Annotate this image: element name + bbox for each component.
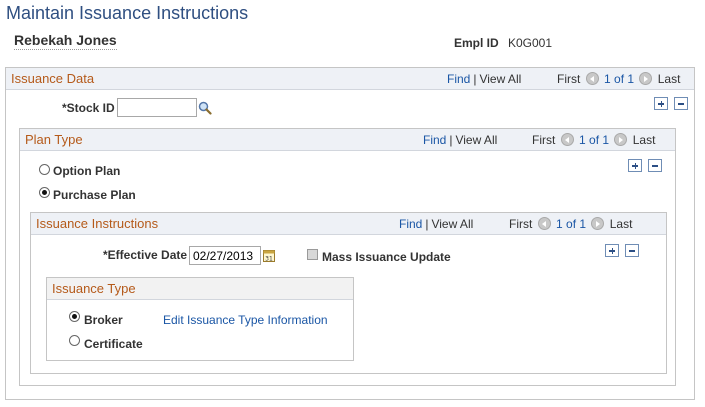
effective-date-input[interactable]	[189, 246, 261, 265]
edit-issuance-type-link[interactable]: Edit Issuance Type Information	[163, 313, 328, 327]
delete-row-button[interactable]	[674, 97, 688, 110]
next-arrow-icon[interactable]	[614, 133, 628, 146]
purchase-plan-label: Purchase Plan	[53, 188, 136, 202]
issuance-type-title: Issuance Type	[52, 281, 136, 296]
emplid-value: K0G001	[508, 36, 553, 50]
option-plan-label: Option Plan	[53, 164, 121, 178]
issuance-instructions-first: First	[509, 217, 533, 231]
plan-type-first: First	[532, 133, 556, 147]
issuance-instructions-nav: Find | View All	[399, 217, 474, 231]
previous-arrow-icon[interactable]	[537, 217, 551, 230]
previous-arrow-icon[interactable]	[560, 133, 574, 146]
plan-type-nav: Find | View All	[423, 133, 498, 147]
plan-type-section: Plan Type Find | View All First 1 of 1 Las…	[19, 128, 676, 386]
calendar-icon[interactable]: 31	[263, 249, 275, 263]
plan-type-view-all-link[interactable]: View All	[455, 133, 497, 147]
previous-arrow-icon[interactable]	[585, 72, 599, 85]
issuance-data-view-all-link[interactable]: View All	[479, 72, 521, 86]
issuance-data-pager: First 1 of 1 Last	[557, 72, 680, 86]
add-row-button[interactable]	[628, 159, 642, 172]
plan-type-header: Plan Type Find | View All First 1 of 1 Las…	[20, 129, 675, 151]
page-title: Maintain Issuance Instructions	[6, 3, 249, 23]
issuance-data-last: Last	[657, 72, 681, 86]
issuance-instructions-section: Issuance Instructions Find | View All Firs…	[30, 212, 667, 374]
issuance-data-title: Issuance Data	[11, 71, 95, 86]
employee-name: Rebekah Jones	[14, 32, 117, 50]
issuance-type-section: Issuance Type Broker Edit Issuance Type …	[46, 277, 354, 361]
plan-type-pager: First 1 of 1 Last	[532, 133, 655, 147]
issuance-data-nav: Find | View All	[447, 72, 522, 86]
plan-type-last: Last	[632, 133, 656, 147]
issuance-type-header: Issuance Type	[47, 278, 353, 300]
next-arrow-icon[interactable]	[639, 72, 653, 85]
issuance-instructions-pager: First 1 of 1 Last	[509, 217, 632, 231]
plan-type-count: 1 of 1	[579, 133, 610, 147]
issuance-instructions-view-all-link[interactable]: View All	[431, 217, 473, 231]
search-icon[interactable]	[198, 101, 212, 115]
purchase-plan-radio[interactable]	[39, 187, 50, 198]
add-row-button[interactable]	[605, 244, 619, 257]
emplid-label: Empl ID	[454, 36, 499, 50]
issuance-data-count: 1 of 1	[604, 72, 635, 86]
plan-type-find-link[interactable]: Find	[423, 133, 446, 147]
certificate-radio[interactable]	[69, 335, 80, 346]
issuance-data-header: Issuance Data Find | View All First 1 of 1…	[6, 68, 694, 90]
issuance-instructions-title: Issuance Instructions	[36, 216, 159, 231]
effective-date-label: *Effective Date	[103, 248, 188, 262]
stock-id-label: *Stock ID	[62, 101, 115, 115]
add-row-button[interactable]	[654, 97, 668, 110]
issuance-instructions-find-link[interactable]: Find	[399, 217, 422, 231]
issuance-data-find-link[interactable]: Find	[447, 72, 470, 86]
issuance-data-first: First	[557, 72, 581, 86]
option-plan-radio[interactable]	[39, 164, 50, 175]
broker-label: Broker	[84, 313, 123, 327]
delete-row-button[interactable]	[648, 159, 662, 172]
issuance-instructions-header: Issuance Instructions Find | View All Firs…	[31, 213, 666, 235]
delete-row-button[interactable]	[625, 244, 639, 257]
certificate-label: Certificate	[84, 337, 143, 351]
issuance-instructions-last: Last	[609, 217, 633, 231]
issuance-instructions-count: 1 of 1	[556, 217, 587, 231]
mass-issuance-update-checkbox[interactable]	[307, 249, 318, 260]
plan-type-title: Plan Type	[25, 132, 83, 147]
stock-id-input[interactable]	[117, 98, 197, 117]
next-arrow-icon[interactable]	[591, 217, 605, 230]
broker-radio[interactable]	[69, 311, 80, 322]
mass-issuance-update-label: Mass Issuance Update	[322, 250, 451, 264]
issuance-data-section: Issuance Data Find | View All First 1 of 1…	[5, 67, 695, 400]
svg-text:31: 31	[265, 256, 273, 263]
